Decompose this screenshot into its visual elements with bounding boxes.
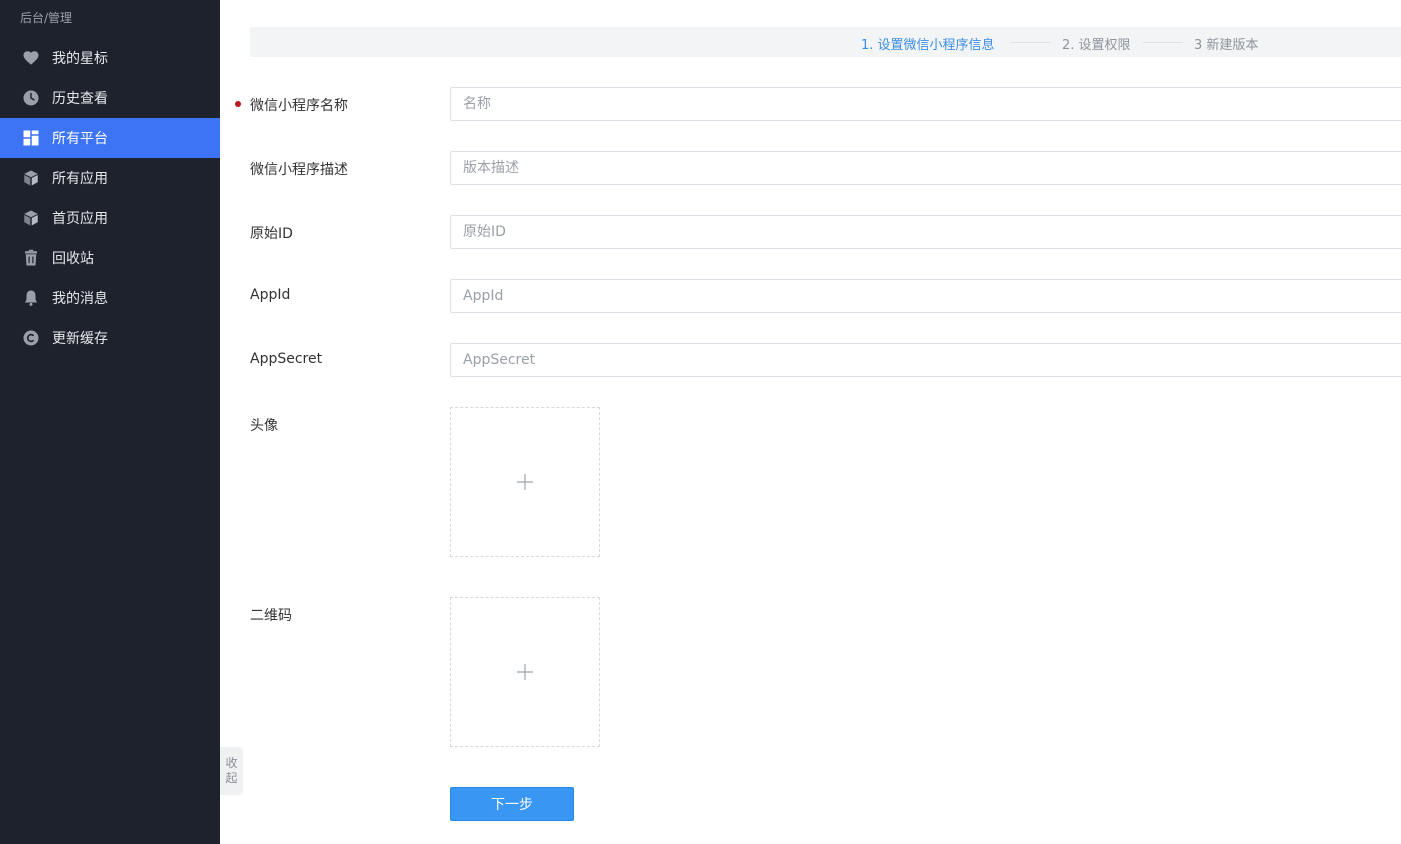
clock-icon [22,89,40,107]
sidebar-item-recycle-bin[interactable]: 回收站 [0,238,220,278]
qrcode-upload[interactable] [450,597,600,747]
app-id-input[interactable] [450,279,1401,313]
sidebar-item-history[interactable]: 历史查看 [0,78,220,118]
description-input[interactable] [450,151,1401,185]
step-1: 1. 设置微信小程序信息 [861,38,995,53]
sidebar-item-label: 历史查看 [52,91,108,107]
refresh-circle-icon [22,329,40,347]
sidebar-item-update-cache[interactable]: 更新缓存 [0,318,220,358]
sidebar-item-label: 所有应用 [52,171,108,187]
app-secret-input[interactable] [450,343,1401,377]
plus-icon [517,664,533,680]
description-label: 微信小程序描述 [250,162,348,178]
sidebar-item-label: 首页应用 [52,211,108,227]
heart-icon [22,49,40,67]
sidebar-item-label: 我的星标 [52,51,108,67]
sidebar-item-all-apps[interactable]: 所有应用 [0,158,220,198]
qrcode-label: 二维码 [250,608,292,624]
sidebar-item-label: 所有平台 [52,131,108,147]
name-input[interactable] [450,87,1401,121]
sidebar: 后台/管理 我的星标 历史查看 所有平台 所有应用 首页应用 回收站 我的消息 … [0,0,220,844]
step-3: 3 新建版本 [1194,38,1259,53]
sidebar-nav: 我的星标 历史查看 所有平台 所有应用 首页应用 回收站 我的消息 更新缓存 [0,38,220,358]
sidebar-item-starred[interactable]: 我的星标 [0,38,220,78]
cube-icon [22,169,40,187]
step-2: 2. 设置权限 [1062,38,1131,53]
sidebar-item-messages[interactable]: 我的消息 [0,278,220,318]
cube-icon [22,209,40,227]
avatar-label: 头像 [250,418,278,434]
name-label: 微信小程序名称 [250,98,348,114]
sidebar-item-all-platforms[interactable]: 所有平台 [0,118,220,158]
steps-bar: 1. 设置微信小程序信息 2. 设置权限 3 新建版本 [250,27,1401,57]
collapse-label-char: 收 [225,756,238,770]
sidebar-item-label: 我的消息 [52,291,108,307]
sidebar-item-label: 回收站 [52,251,94,267]
plus-icon [517,474,533,490]
grid-icon [22,129,40,147]
app-secret-label: AppSecret [250,351,323,367]
next-step-button[interactable]: 下一步 [450,787,574,821]
required-marker [235,101,241,107]
bell-icon [22,289,40,307]
original-id-input[interactable] [450,215,1401,249]
collapse-label-char: 起 [225,771,238,785]
trash-icon [22,249,40,267]
sidebar-item-label: 更新缓存 [52,331,108,347]
breadcrumb: 后台/管理 [20,11,73,25]
avatar-upload[interactable] [450,407,600,557]
step-connector [1143,42,1183,43]
original-id-label: 原始ID [250,226,293,242]
step-connector [1011,42,1051,43]
sidebar-collapse-button[interactable]: 收 起 [220,747,243,795]
sidebar-item-home-apps[interactable]: 首页应用 [0,198,220,238]
app-id-label: AppId [250,287,291,303]
